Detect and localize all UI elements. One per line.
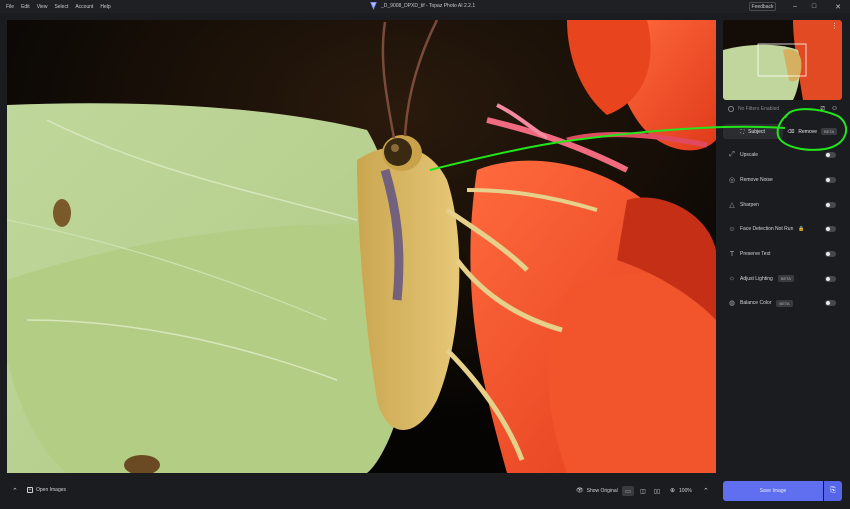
menu-select[interactable]: Select (54, 4, 68, 10)
split-view-icon: ◫ (640, 488, 646, 495)
filter-label: Balance Color (740, 300, 772, 307)
eraser-icon: ⌫ (787, 128, 795, 135)
filter-preserve-text[interactable]: T Preserve Text (723, 242, 842, 267)
menu-account[interactable]: Account (75, 4, 93, 10)
filter-sharpen[interactable]: △ Sharpen (723, 192, 842, 217)
remove-noise-toggle[interactable] (825, 177, 836, 184)
window-title: _D_9008_DPXD_tif - Topaz Photo AI 2.2.1 (370, 2, 475, 10)
preserve-text-toggle[interactable] (825, 251, 836, 258)
feedback-button[interactable]: Feedback (749, 2, 776, 11)
filter-label: Sharpen (740, 201, 759, 208)
beta-badge: BETA (821, 128, 838, 135)
eye-icon: 👁 (576, 488, 584, 494)
zoom-control[interactable]: ⊕ 100% (670, 487, 692, 495)
adjust-lighting-icon: ☼ (728, 275, 736, 283)
filters-status-icon (728, 106, 734, 112)
filter-label: Remove Noise (740, 177, 773, 184)
face-icon[interactable]: ☺ (831, 105, 838, 113)
remove-noise-icon: ◎ (728, 177, 736, 185)
show-original-label: Show Original (586, 487, 618, 494)
subject-select-icon: ⛶ (740, 128, 745, 135)
filter-balance-color[interactable]: ◍ Balance Color BETA (723, 291, 842, 316)
adjust-lighting-toggle[interactable] (825, 275, 836, 282)
preserve-text-icon: T (729, 250, 735, 258)
sharpen-toggle[interactable] (825, 201, 836, 208)
more-options-icon[interactable]: ⋮ (831, 22, 838, 30)
maximize-button[interactable]: □ (803, 0, 825, 13)
sharpen-icon: △ (729, 201, 735, 209)
filter-face-detection[interactable]: ☺ Face Detection Not Run 🔒 (723, 217, 842, 242)
menu-file[interactable]: File (6, 4, 14, 10)
zoom-level: 100% (679, 487, 692, 494)
filter-label: Upscale (740, 152, 759, 159)
menu-help[interactable]: Help (100, 4, 110, 10)
export-settings-button[interactable]: ⎘ (824, 481, 842, 501)
filter-label: Face Detection Not Run (740, 226, 794, 233)
beta-badge: BETA (776, 299, 793, 307)
window-title-text: _D_9008_DPXD_tif - Topaz Photo AI 2.2.1 (381, 3, 476, 9)
butterfly-photo (7, 20, 716, 473)
upscale-toggle[interactable] (825, 152, 836, 159)
mask-mode-toggle: ⛶ Subject ⌫ Remove BETA (723, 124, 842, 139)
open-images-button[interactable]: + Open Images (27, 487, 66, 493)
face-detection-toggle[interactable] (825, 226, 836, 233)
menu-bar: File Edit View Select Account Help (0, 4, 111, 10)
open-images-label: Open Images (36, 487, 67, 493)
panel-tools: ⧄ ☺ (820, 105, 838, 113)
side-by-side-icon: ▯▯ (653, 488, 661, 495)
menu-edit[interactable]: Edit (21, 4, 30, 10)
collapse-panel-icon[interactable]: ⌃ (12, 487, 18, 495)
face-detection-icon: ☺ (728, 225, 736, 233)
remove-label: Remove (798, 128, 818, 135)
filter-label: Adjust Lighting (740, 275, 773, 282)
topaz-logo-icon (370, 2, 377, 10)
thumbnail-image (723, 20, 842, 100)
split-view-button[interactable]: ◫ (637, 486, 649, 496)
filter-list: ⤢ Upscale ◎ Remove Noise △ Sharpen ☺ Fac… (723, 143, 842, 316)
subject-label: Subject (748, 128, 765, 135)
upscale-icon: ⤢ (729, 151, 735, 159)
filters-status-row: No Filters Enabled ⧄ ☺ (723, 103, 842, 115)
balance-color-toggle[interactable] (825, 300, 836, 307)
remove-button[interactable]: ⌫ Remove BETA (783, 124, 843, 139)
filters-panel: ⋮ No Filters Enabled ⧄ ☺ ⛶ Subject ⌫ Rem… (723, 20, 842, 473)
lock-icon: 🔒 (798, 226, 805, 233)
side-by-side-button[interactable]: ▯▯ (651, 486, 663, 496)
filter-adjust-lighting[interactable]: ☼ Adjust Lighting BETA (723, 266, 842, 291)
single-view-icon: ▭ (625, 488, 631, 495)
topaz-photo-ai-window: File Edit View Select Account Help _D_90… (0, 0, 850, 509)
zoom-icon: ⊕ (670, 488, 676, 494)
balance-color-icon: ◍ (728, 300, 736, 308)
subject-button[interactable]: ⛶ Subject (723, 124, 783, 139)
show-original-button[interactable]: 👁 Show Original (576, 487, 618, 495)
filters-status-text: No Filters Enabled (738, 106, 780, 112)
export-settings-icon: ⎘ (830, 487, 836, 494)
crop-icon[interactable]: ⧄ (820, 105, 824, 113)
filter-label: Preserve Text (740, 251, 771, 258)
beta-badge: BETA (777, 275, 794, 283)
menu-view[interactable]: View (37, 4, 48, 10)
navigator-thumbnail[interactable]: ⋮ (723, 20, 842, 100)
image-preview[interactable] (7, 20, 716, 473)
filter-remove-noise[interactable]: ◎ Remove Noise (723, 168, 842, 193)
single-view-button[interactable]: ▭ (622, 486, 634, 496)
plus-icon: + (27, 487, 33, 493)
filter-upscale[interactable]: ⤢ Upscale (723, 143, 842, 168)
save-image-button[interactable]: Save Image (723, 481, 823, 501)
close-button[interactable]: ✕ (827, 0, 849, 13)
zoom-menu-icon[interactable]: ⌃ (703, 487, 709, 495)
title-bar: File Edit View Select Account Help _D_90… (0, 0, 850, 13)
